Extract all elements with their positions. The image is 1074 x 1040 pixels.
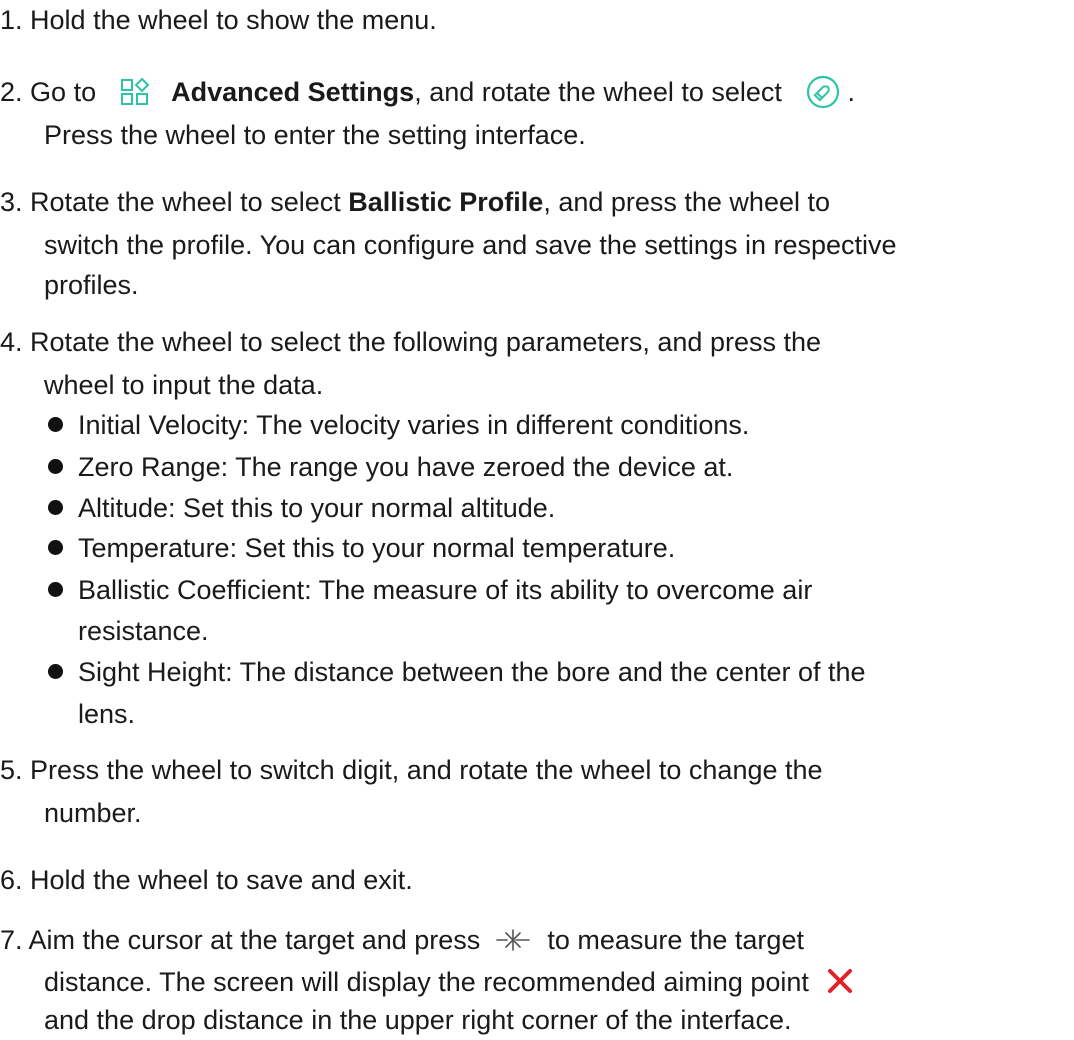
bullet-continuation: resistance. <box>78 611 209 651</box>
bullet-item: Sight Height: The distance between the b… <box>48 652 866 692</box>
bullet-item: Ballistic Coefficient: The measure of it… <box>48 570 813 610</box>
bullet-dot <box>48 582 63 597</box>
bullet-dot <box>48 540 63 555</box>
step-2: 2. Go to Advanced Settings, and rotate t… <box>0 72 855 112</box>
step-text: Press the wheel to enter the setting int… <box>44 120 586 150</box>
bullet-item: Altitude: Set this to your normal altitu… <box>48 488 556 528</box>
step-number: 2. <box>0 77 23 107</box>
step-text: Go to <box>30 77 97 107</box>
step-1: 1. Hold the wheel to show the menu. <box>0 0 437 40</box>
step-7-line-3: and the drop distance in the upper right… <box>44 1000 791 1040</box>
step-text: Aim the cursor at the target and press <box>28 925 481 955</box>
step-5-line-2: number. <box>44 793 142 833</box>
document-page: 1. Hold the wheel to show the menu. 2. G… <box>0 0 1074 1035</box>
step-2-line-2: Press the wheel to enter the setting int… <box>44 115 586 155</box>
step-text: . <box>847 77 855 107</box>
bullet-text: Temperature: Set this to your normal tem… <box>78 533 676 563</box>
step-6: 6. Hold the wheel to save and exit. <box>0 860 413 900</box>
step-text: wheel to input the data. <box>44 370 324 400</box>
step-5: 5. Press the wheel to switch digit, and … <box>0 750 823 790</box>
bullet-text: resistance. <box>78 616 209 646</box>
bullet-dot <box>48 459 63 474</box>
bullet-text: Zero Range: The range you have zeroed th… <box>78 452 734 482</box>
bullet-item: Initial Velocity: The velocity varies in… <box>48 405 750 445</box>
ballistic-profile-label: Ballistic Profile <box>348 187 544 217</box>
aiming-point-cross-icon <box>826 967 854 995</box>
step-3: 3. Rotate the wheel to select Ballistic … <box>0 182 830 222</box>
step-text: Hold the wheel to show the menu. <box>30 5 437 35</box>
bullet-text: lens. <box>78 699 136 729</box>
step-text: Rotate the wheel to select the following… <box>30 327 821 357</box>
bullet-dot <box>48 417 63 432</box>
step-7: 7. Aim the cursor at the target and pres… <box>0 920 804 960</box>
step-text: Rotate the wheel to select <box>30 187 349 217</box>
step-text: to measure the target <box>547 925 804 955</box>
bullet-text: Ballistic Coefficient: The measure of it… <box>78 575 813 605</box>
step-text: distance. The screen will display the re… <box>44 967 809 997</box>
bullet-dot <box>48 664 63 679</box>
ballistic-bullet-icon <box>805 74 841 110</box>
step-text: , and rotate the wheel to select <box>414 77 782 107</box>
bullet-continuation: lens. <box>78 694 135 734</box>
step-text: switch the profile. You can configure an… <box>44 230 897 260</box>
bullet-item: Zero Range: The range you have zeroed th… <box>48 447 734 487</box>
step-4-line-2: wheel to input the data. <box>44 365 323 405</box>
step-text: Press the wheel to switch digit, and rot… <box>30 755 823 785</box>
laser-range-icon <box>495 925 530 955</box>
step-number: 7. <box>0 925 23 955</box>
step-text: profiles. <box>44 270 139 300</box>
bullet-item: Temperature: Set this to your normal tem… <box>48 528 676 568</box>
bullet-dot <box>48 500 63 515</box>
step-text: number. <box>44 798 142 828</box>
step-text: Hold the wheel to save and exit. <box>30 865 413 895</box>
step-7-line-2: distance. The screen will display the re… <box>44 962 854 1002</box>
advanced-settings-grid-icon <box>120 77 150 107</box>
bullet-text: Sight Height: The distance between the b… <box>78 657 866 687</box>
step-number: 5. <box>0 755 23 785</box>
step-text: and the drop distance in the upper right… <box>44 1005 792 1035</box>
step-number: 3. <box>0 187 23 217</box>
step-number: 6. <box>0 865 23 895</box>
step-number: 1. <box>0 5 23 35</box>
step-text: , and press the wheel to <box>543 187 830 217</box>
bullet-text: Altitude: Set this to your normal altitu… <box>78 493 556 523</box>
advanced-settings-label: Advanced Settings <box>171 77 415 107</box>
step-3-line-3: profiles. <box>44 265 139 305</box>
step-number: 4. <box>0 327 23 357</box>
step-3-line-2: switch the profile. You can configure an… <box>44 225 897 265</box>
bullet-text: Initial Velocity: The velocity varies in… <box>78 410 750 440</box>
step-4: 4. Rotate the wheel to select the follow… <box>0 322 821 362</box>
